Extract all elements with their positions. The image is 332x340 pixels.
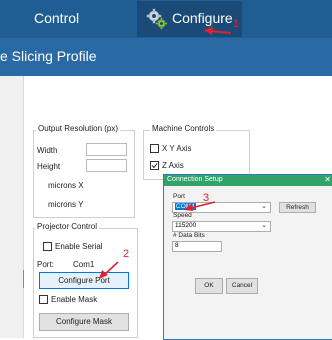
dialog-port-label: Port bbox=[173, 193, 185, 200]
dialog-close-icon[interactable]: ✕ bbox=[324, 175, 331, 184]
dialog-speed-label: Speed bbox=[173, 212, 192, 219]
port-label: Port: bbox=[37, 260, 54, 269]
chevron-down-icon: ⌄ bbox=[261, 203, 267, 210]
refresh-button[interactable]: Refresh bbox=[279, 202, 316, 213]
output-resolution-legend: Output Resolution (px) bbox=[36, 124, 121, 133]
xy-axis-checkbox[interactable] bbox=[150, 144, 159, 153]
dialog-speed-value: 115200 bbox=[175, 222, 197, 229]
connection-setup-dialog: Connection Setup ✕ Port COM4 ⌄ Refresh S… bbox=[163, 174, 332, 340]
annotation-number-1: 1 bbox=[233, 18, 240, 30]
xy-axis-label: X Y Axis bbox=[162, 144, 192, 153]
machine-controls-group: Machine Controls X Y Axis Z Axis bbox=[143, 124, 250, 180]
width-label: Width bbox=[37, 146, 58, 155]
annotation-number-2: 2 bbox=[123, 248, 130, 260]
cancel-button[interactable]: Cancel bbox=[226, 278, 258, 294]
port-value: Com1 bbox=[73, 260, 95, 269]
checkmark-icon bbox=[151, 163, 158, 169]
enable-mask-checkbox[interactable] bbox=[39, 295, 48, 304]
dialog-title: Connection Setup bbox=[167, 176, 223, 183]
dialog-databits-input[interactable]: 8 bbox=[172, 241, 222, 252]
gears-icon bbox=[146, 8, 168, 30]
machine-controls-legend: Machine Controls bbox=[150, 124, 217, 133]
output-resolution-group: Output Resolution (px) Width Height micr… bbox=[33, 124, 135, 218]
annotation-number-3: 3 bbox=[203, 192, 210, 204]
enable-mask-label: Enable Mask bbox=[51, 295, 98, 304]
projector-control-legend: Projector Control bbox=[35, 222, 100, 231]
menu-configure-label: Configure bbox=[172, 10, 233, 26]
annotation-arrow-1 bbox=[204, 26, 232, 35]
microns-y-label: microns Y bbox=[48, 200, 84, 209]
annotation-arrow-3 bbox=[184, 201, 216, 211]
left-edge-control bbox=[0, 270, 24, 288]
enable-serial-label: Enable Serial bbox=[55, 242, 103, 251]
dialog-title-bar: Connection Setup ✕ bbox=[164, 175, 332, 186]
height-input[interactable] bbox=[86, 159, 127, 172]
height-label: Height bbox=[37, 162, 61, 171]
z-axis-label: Z Axis bbox=[162, 161, 184, 170]
dialog-databits-label: # Data Bits bbox=[173, 232, 205, 239]
annotation-arrow-2 bbox=[99, 261, 119, 279]
top-menu-bar: Control Configure 1 bbox=[0, 0, 332, 38]
projector-control-group: Projector Control Enable Serial Port: Co… bbox=[33, 222, 138, 338]
microns-x-label: microns X bbox=[48, 181, 84, 190]
configure-mask-button[interactable]: Configure Mask bbox=[39, 313, 129, 331]
menu-control[interactable]: Control bbox=[34, 10, 79, 26]
window-title: e Slicing Profile bbox=[0, 48, 97, 64]
dialog-speed-select[interactable]: 115200 ⌄ bbox=[172, 221, 271, 232]
enable-serial-checkbox[interactable] bbox=[43, 242, 52, 251]
window-title-bar: e Slicing Profile bbox=[0, 38, 332, 76]
dialog-databits-value: 8 bbox=[175, 242, 179, 249]
z-axis-checkbox[interactable] bbox=[150, 161, 159, 170]
chevron-down-icon: ⌄ bbox=[261, 222, 267, 229]
width-input[interactable] bbox=[86, 143, 127, 156]
ok-button[interactable]: OK bbox=[195, 278, 223, 294]
